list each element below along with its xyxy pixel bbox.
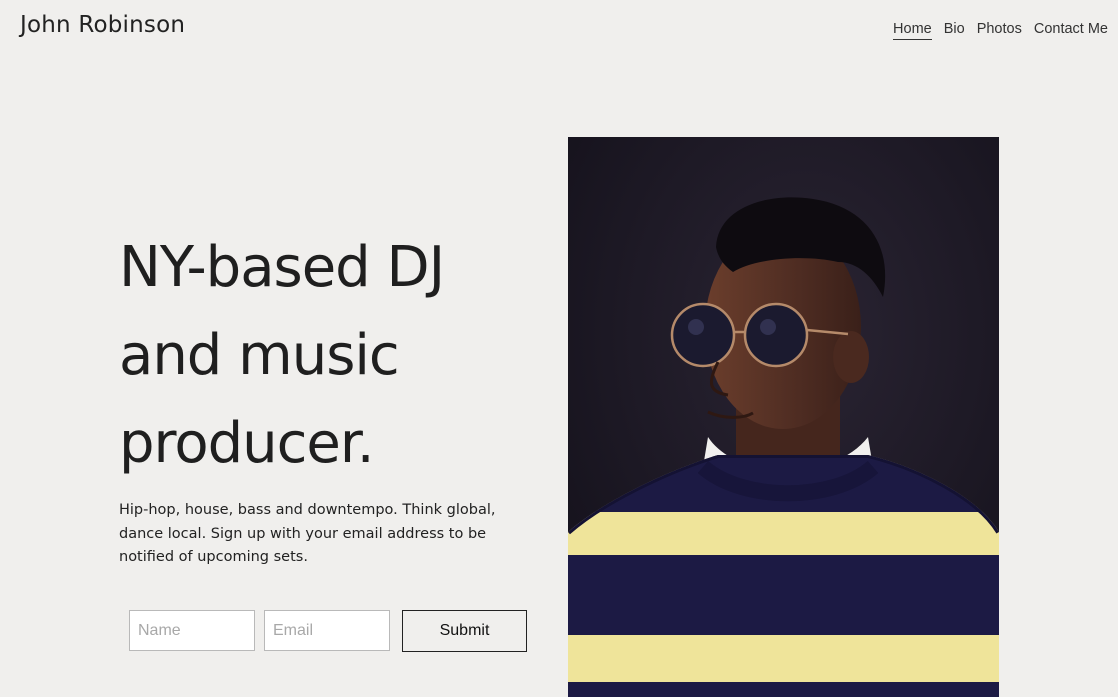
- signup-form: Submit: [129, 610, 527, 652]
- nav-link-contact[interactable]: Contact Me: [1034, 21, 1108, 40]
- hero-photo: [568, 137, 999, 697]
- submit-button[interactable]: Submit: [402, 610, 527, 652]
- nav-link-photos[interactable]: Photos: [977, 21, 1022, 40]
- nav-link-home[interactable]: Home: [893, 21, 932, 40]
- hero-headline: NY-based DJ and music producer.: [119, 224, 539, 488]
- nav-link-bio[interactable]: Bio: [944, 21, 965, 40]
- headline-line-2: and music: [119, 323, 400, 388]
- page: John Robinson Home Bio Photos Contact Me…: [0, 0, 1118, 697]
- main-nav: Home Bio Photos Contact Me: [893, 21, 1108, 40]
- email-input[interactable]: [264, 610, 390, 651]
- site-title[interactable]: John Robinson: [20, 12, 185, 38]
- portrait-illustration: [568, 137, 999, 697]
- name-input[interactable]: [129, 610, 255, 651]
- headline-line-1: NY-based DJ: [119, 235, 445, 300]
- hero-description: Hip-hop, house, bass and downtempo. Thin…: [119, 502, 496, 565]
- headline-line-3: producer.: [119, 411, 375, 476]
